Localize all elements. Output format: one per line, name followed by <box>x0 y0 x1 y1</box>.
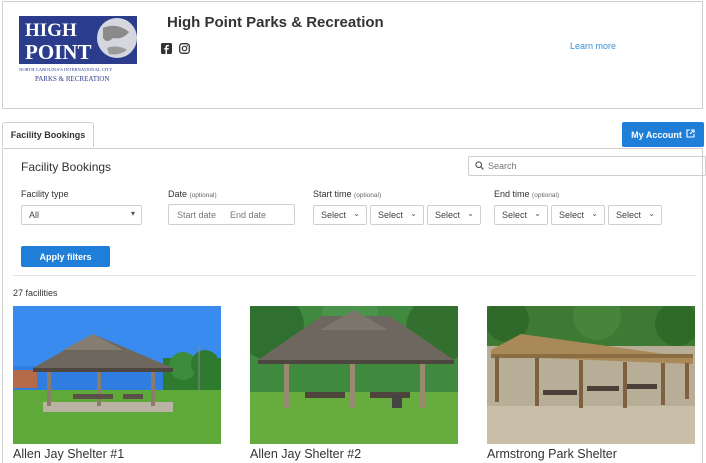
chevron-down-icon: ⌄ <box>591 209 598 218</box>
logo-tagline: NORTH CAROLINA'S INTERNATIONAL CITY <box>19 67 113 72</box>
external-link-icon <box>686 129 695 140</box>
apply-filters-button[interactable]: Apply filters <box>21 246 110 267</box>
end-ampm-select[interactable]: Select ⌄ <box>608 205 662 225</box>
facebook-icon[interactable] <box>160 42 172 54</box>
start-minute-value: Select <box>378 210 404 220</box>
chevron-down-icon: ⌄ <box>648 209 655 218</box>
my-account-button[interactable]: My Account <box>622 122 704 147</box>
end-time-label: End time (optional) <box>494 189 559 199</box>
chevron-down-icon: ⌄ <box>467 209 474 218</box>
logo-subtitle: PARKS & RECREATION <box>35 75 109 83</box>
panel-title: Facility Bookings <box>21 160 112 174</box>
social-links <box>160 42 190 54</box>
start-time-label: Start time (optional) <box>313 189 381 199</box>
facility-card[interactable]: Allen Jay Shelter #2 <box>250 306 458 461</box>
start-minute-select[interactable]: Select ⌄ <box>370 205 424 225</box>
end-minute-select[interactable]: Select ⌄ <box>551 205 605 225</box>
chevron-down-icon: ⌄ <box>353 209 360 218</box>
date-range-field[interactable]: Start date End date <box>168 204 295 225</box>
search-icon <box>475 157 484 175</box>
results-count: 27 facilities <box>13 288 58 298</box>
logo: HIGH POINT NORTH CAROLINA'S INTERNATIONA… <box>17 14 141 86</box>
facility-type-label: Facility type <box>21 189 69 199</box>
chevron-down-icon: ⌄ <box>410 209 417 218</box>
caret-down-icon: ▾ <box>130 209 135 218</box>
facility-photo[interactable] <box>487 306 695 444</box>
end-minute-value: Select <box>559 210 585 220</box>
facility-name[interactable]: Armstrong Park Shelter <box>487 447 695 461</box>
facility-type-label-text: Facility type <box>21 189 69 199</box>
end-time-label-text: End time <box>494 189 530 199</box>
search-input[interactable] <box>488 161 688 171</box>
facility-card[interactable]: Armstrong Park Shelter <box>487 306 695 461</box>
tab-facility-bookings[interactable]: Facility Bookings <box>2 122 94 147</box>
end-ampm-value: Select <box>616 210 642 220</box>
logo-text-point: POINT <box>25 40 92 64</box>
facility-name[interactable]: Allen Jay Shelter #1 <box>13 447 221 461</box>
date-label-text: Date <box>168 189 188 199</box>
end-hour-select[interactable]: Select ⌄ <box>494 205 548 225</box>
facility-photo[interactable] <box>13 306 221 444</box>
start-time-optional: (optional) <box>354 192 382 199</box>
end-date-input[interactable]: End date <box>230 210 266 220</box>
date-optional: (optional) <box>189 192 217 199</box>
instagram-icon[interactable] <box>178 42 190 54</box>
page-title: High Point Parks & Recreation <box>167 14 384 31</box>
facility-card[interactable]: Allen Jay Shelter #1 <box>13 306 221 461</box>
end-hour-value: Select <box>502 210 528 220</box>
start-hour-value: Select <box>321 210 347 220</box>
date-label: Date (optional) <box>168 189 217 199</box>
start-hour-select[interactable]: Select ⌄ <box>313 205 367 225</box>
search-box[interactable] <box>468 156 706 176</box>
my-account-label: My Account <box>631 129 682 140</box>
start-date-input[interactable]: Start date <box>177 210 216 220</box>
bookings-panel: Facility Bookings Facility type All ▾ Da… <box>2 148 706 463</box>
facility-name[interactable]: Allen Jay Shelter #2 <box>250 447 458 461</box>
start-time-label-text: Start time <box>313 189 352 199</box>
start-ampm-value: Select <box>435 210 461 220</box>
start-ampm-select[interactable]: Select ⌄ <box>427 205 481 225</box>
end-time-optional: (optional) <box>532 192 560 199</box>
chevron-down-icon: ⌄ <box>534 209 541 218</box>
logo-text-high: HIGH <box>25 20 77 41</box>
facility-type-select[interactable]: All ▾ <box>21 205 142 225</box>
facility-photo[interactable] <box>250 306 458 444</box>
header-card: HIGH POINT NORTH CAROLINA'S INTERNATIONA… <box>2 1 703 109</box>
learn-more-link[interactable]: Learn more <box>570 41 616 51</box>
divider <box>13 275 696 276</box>
facility-type-value: All <box>29 210 40 220</box>
